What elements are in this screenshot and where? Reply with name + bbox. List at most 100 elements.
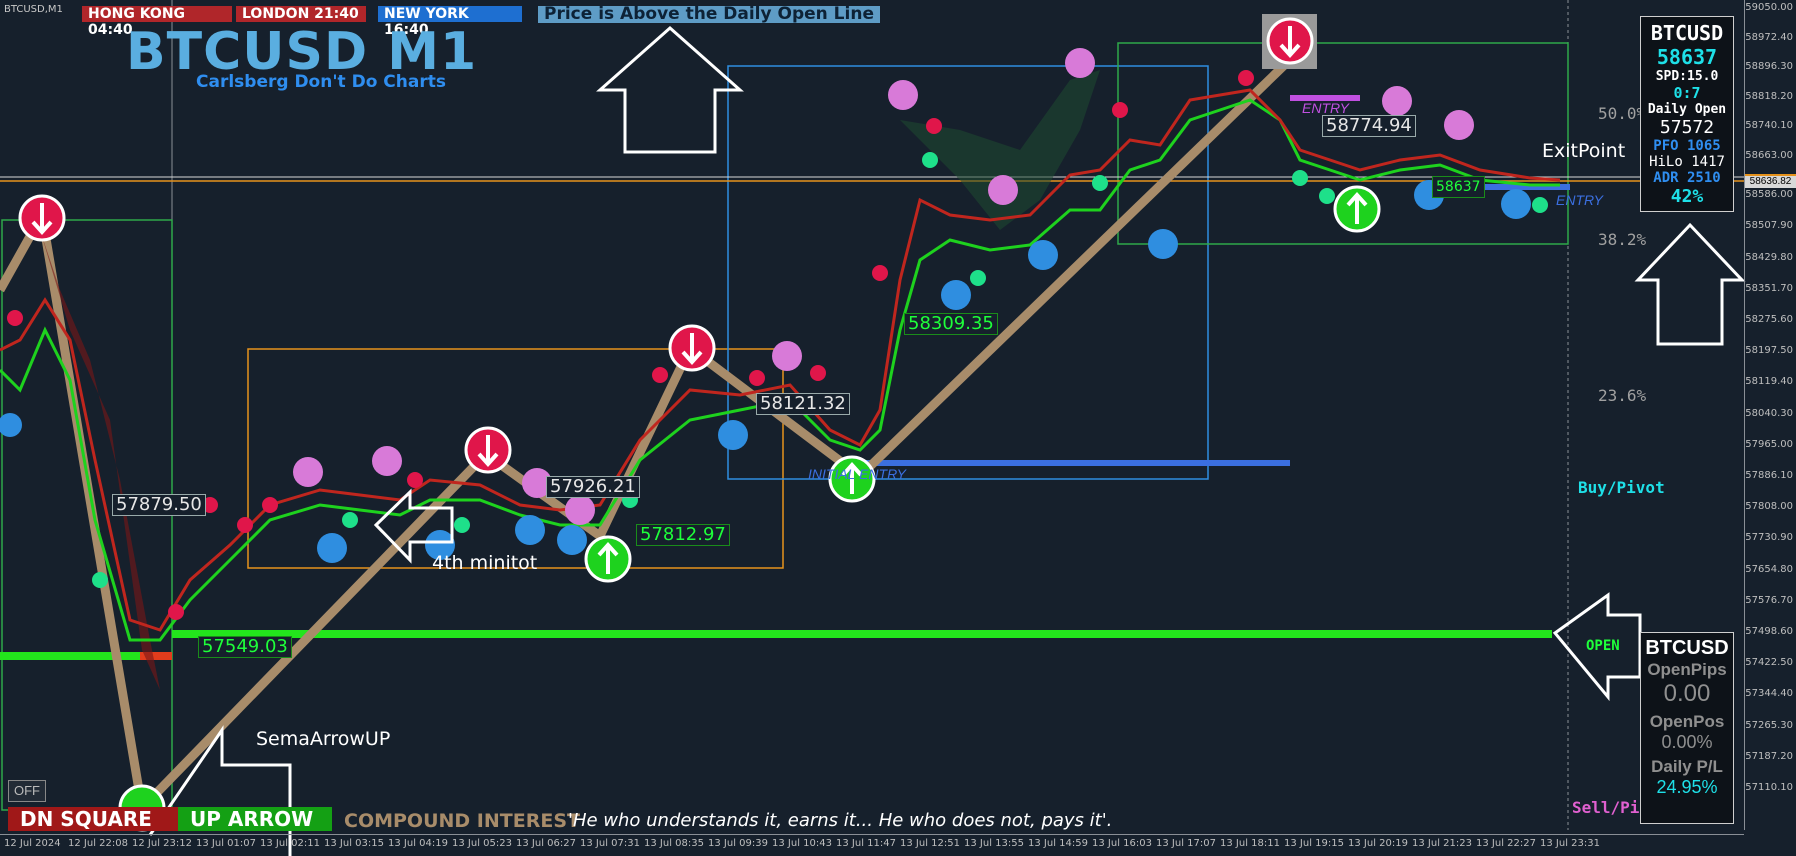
info-pfo: PFO 1065 xyxy=(1653,138,1721,154)
time-axis-label: 13 Jul 01:07 xyxy=(196,838,256,849)
time-axis-label: 13 Jul 19:15 xyxy=(1284,838,1344,849)
time-axis-label: 13 Jul 16:03 xyxy=(1092,838,1152,849)
time-axis-label: 12 Jul 23:12 xyxy=(132,838,192,849)
price-tag-57812: 57812.97 xyxy=(636,524,730,546)
symbol-info-panel: BTCUSD 58637 SPD:15.0 0:7 Daily Open 575… xyxy=(1640,16,1734,212)
price-axis-label: 57110.10 xyxy=(1745,782,1793,793)
annotation-4th-minitot: 4th minitot xyxy=(432,552,538,574)
price-axis-label: 58040.30 xyxy=(1745,407,1793,419)
price-status-banner: Price is Above the Daily Open Line xyxy=(538,6,880,23)
time-axis-label: 12 Jul 2024 xyxy=(4,838,61,849)
time-axis-label: 13 Jul 12:51 xyxy=(900,838,960,849)
price-axis-label: 57576.70 xyxy=(1745,594,1793,606)
off-button[interactable]: OFF xyxy=(8,780,46,802)
time-axis-label: 13 Jul 13:55 xyxy=(964,838,1024,849)
time-axis-label: 13 Jul 23:31 xyxy=(1540,838,1600,849)
price-axis-label: 58197.50 xyxy=(1745,345,1793,357)
pl-daily-label: Daily P/L xyxy=(1651,757,1723,776)
price-axis-label: 57730.90 xyxy=(1745,532,1793,544)
info-price: 58637 xyxy=(1656,45,1718,69)
entry-label-top: ENTRY xyxy=(1302,100,1349,116)
quote-text: 'He who understands it, earns it... He w… xyxy=(568,810,1113,831)
entry-label-right: ENTRY xyxy=(1556,192,1603,208)
time-axis-line xyxy=(0,834,1744,835)
price-axis-label: 58119.40 xyxy=(1745,376,1793,388)
price-tag-58309: 58309.35 xyxy=(904,313,998,335)
price-tag-57926: 57926.21 xyxy=(546,476,640,498)
up-arrow-signal-1 xyxy=(584,535,632,583)
current-price-marker: 58636.82 xyxy=(1745,176,1796,188)
price-axis-label: 59050.00 xyxy=(1745,2,1793,13)
time-axis-label: 13 Jul 05:23 xyxy=(452,838,512,849)
time-axis-label: 13 Jul 17:07 xyxy=(1156,838,1216,849)
initial-entry-label: INITIAL ENTRY xyxy=(808,466,907,482)
price-axis-label: 58896.30 xyxy=(1745,61,1793,72)
time-axis-label: 12 Jul 22:08 xyxy=(68,838,128,849)
price-tag-57549: 57549.03 xyxy=(198,636,292,658)
time-axis-label: 13 Jul 10:43 xyxy=(772,838,832,849)
buy-pivot-label: Buy/Pivot xyxy=(1578,478,1665,497)
price-axis-label: 57422.50 xyxy=(1745,657,1793,669)
up-arrow-button[interactable]: UP ARROW xyxy=(178,807,332,831)
price-axis-label: 57187.20 xyxy=(1745,750,1793,762)
time-axis-label: 13 Jul 07:31 xyxy=(580,838,640,849)
semafor-dots xyxy=(0,48,1548,620)
price-axis-label: 57654.80 xyxy=(1745,563,1793,575)
price-axis-label: 58586.00 xyxy=(1745,189,1793,201)
dn-arrow-signal-1 xyxy=(18,194,66,242)
price-axis[interactable]: 59050.00 58972.40 58896.30 58818.20 58740.10… xyxy=(1744,0,1796,830)
fib-level-38: 38.2% xyxy=(1598,230,1647,249)
info-adr: ADR 2510 xyxy=(1653,170,1721,186)
pl-panel: BTCUSD OpenPips 0.00 OpenPos 0.00% Daily… xyxy=(1640,632,1734,824)
annotation-exit-point: ExitPoint xyxy=(1542,140,1626,162)
price-axis-label: 58972.40 xyxy=(1745,31,1793,43)
price-axis-label: 58507.90 xyxy=(1745,220,1793,232)
pl-daily-value: 24.95% xyxy=(1656,777,1718,797)
time-axis-label: 13 Jul 21:23 xyxy=(1412,838,1472,849)
info-daily-open-label: Daily Open xyxy=(1647,102,1727,117)
price-tag-58774: 58774.94 xyxy=(1322,115,1416,137)
up-arrow-signal-3 xyxy=(1333,185,1381,233)
time-axis-label: 13 Jul 14:59 xyxy=(1028,838,1088,849)
clock-london: LONDON 21:40 xyxy=(236,6,366,22)
price-axis-label: 58429.80 xyxy=(1745,251,1793,263)
price-axis-label: 58275.60 xyxy=(1745,314,1793,325)
price-axis-label: 57808.00 xyxy=(1745,501,1793,513)
fib-level-23: 23.6% xyxy=(1598,386,1647,405)
price-tag-58121: 58121.32 xyxy=(756,393,850,415)
info-daily-open-value: 57572 xyxy=(1659,117,1715,138)
time-axis-label: 13 Jul 20:19 xyxy=(1348,838,1408,849)
info-percent: 42% xyxy=(1670,186,1704,207)
symbol-timeframe-label: BTCUSD,M1 xyxy=(4,4,63,15)
price-tag-58637: 58637 xyxy=(1432,176,1485,198)
dn-square-button[interactable]: DN SQUARE xyxy=(8,807,178,831)
time-axis-label: 13 Jul 09:39 xyxy=(708,838,768,849)
time-axis-label: 13 Jul 22:27 xyxy=(1476,838,1536,849)
info-timer: 0:7 xyxy=(1673,84,1701,102)
price-axis-label: 57886.10 xyxy=(1745,470,1793,481)
open-label: OPEN xyxy=(1586,638,1620,654)
dn-arrow-signal-2 xyxy=(464,426,512,474)
time-axis-label: 13 Jul 02:11 xyxy=(260,838,320,849)
chart-area[interactable]: BTCUSD,M1 HONG KONG 04:40 LONDON 21:40 N… xyxy=(0,0,1796,856)
clock-new-york: NEW YORK 16:40 xyxy=(378,6,522,38)
price-axis-label: 58663.00 xyxy=(1745,149,1793,161)
time-axis-label: 13 Jul 11:47 xyxy=(836,838,896,849)
pl-open-pos-label: OpenPos xyxy=(1649,712,1725,731)
dn-arrow-signal-4 xyxy=(1262,14,1317,69)
big-up-arrow-right xyxy=(1634,222,1746,346)
price-axis-label: 58740.10 xyxy=(1745,120,1793,131)
time-axis-label: 13 Jul 04:19 xyxy=(388,838,448,849)
price-axis-label: 57344.40 xyxy=(1745,688,1793,700)
time-axis-label: 13 Jul 08:35 xyxy=(644,838,704,849)
fib-level-50: 50.0% xyxy=(1598,104,1647,123)
pl-symbol: BTCUSD xyxy=(1645,637,1729,659)
info-hilo: HiLo 1417 xyxy=(1649,154,1725,170)
clock-hong-kong: HONG KONG 04:40 xyxy=(82,6,232,38)
price-tag-57879: 57879.50 xyxy=(112,494,206,516)
range-box-blue xyxy=(727,65,1209,480)
price-axis-label: 58818.20 xyxy=(1745,90,1793,102)
chart-subtitle: Carlsberg Don't Do Charts xyxy=(196,72,446,92)
pl-open-pos-value: 0.00% xyxy=(1661,732,1713,752)
big-up-arrow-top xyxy=(596,25,744,154)
